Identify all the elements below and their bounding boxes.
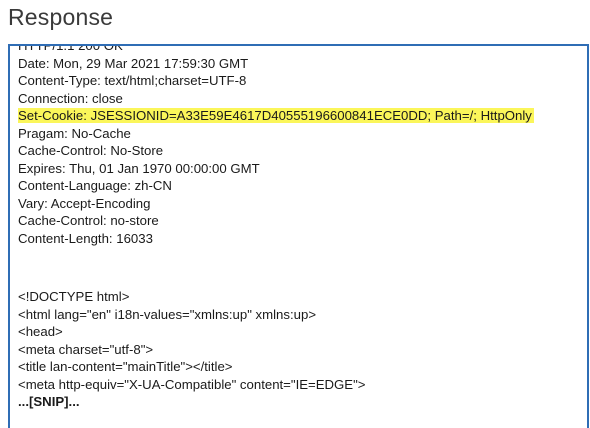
- body-head-open: <head>: [18, 324, 63, 339]
- body-snip-marker: ...[SNIP]...: [18, 394, 80, 409]
- header-connection: Connection: close: [18, 91, 123, 106]
- body-meta-charset: <meta charset="utf-8">: [18, 342, 154, 357]
- header-content-language: Content-Language: zh-CN: [18, 178, 172, 193]
- response-heading: Response: [8, 4, 114, 30]
- body-meta-compat: <meta http-equiv="X-UA-Compatible" conte…: [18, 377, 366, 392]
- header-vary: Vary: Accept-Encoding: [18, 196, 151, 211]
- header-cache-control-lower: Cache-Control: no-store: [18, 213, 159, 228]
- header-content-type: Content-Type: text/html;charset=UTF-8: [18, 73, 247, 88]
- response-panel: Response HTTP/1.1 200 OK Date: Mon, 29 M…: [0, 0, 590, 428]
- header-set-cookie: Set-Cookie: JSESSIONID=A33E59E4617D40555…: [18, 107, 534, 124]
- header-expires: Expires: Thu, 01 Jan 1970 00:00:00 GMT: [18, 161, 260, 176]
- header-content-length: Content-Length: 16033: [18, 231, 153, 246]
- body-html-open: <html lang="en" i18n-values="xmlns:up" x…: [18, 307, 317, 322]
- header-pragma: Pragam: No-Cache: [18, 126, 131, 141]
- header-date: Date: Mon, 29 Mar 2021 17:59:30 GMT: [18, 56, 249, 71]
- header-cache-control: Cache-Control: No-Store: [18, 143, 164, 158]
- body-title-tag: <title lan-content="mainTitle"></title>: [18, 359, 233, 374]
- set-cookie-highlight: Set-Cookie: JSESSIONID=A33E59E4617D40555…: [18, 108, 534, 123]
- status-line: HTTP/1.1 200 OK: [18, 44, 123, 53]
- body-doctype: <!DOCTYPE html>: [18, 289, 130, 304]
- response-viewer[interactable]: HTTP/1.1 200 OK Date: Mon, 29 Mar 2021 1…: [8, 44, 589, 428]
